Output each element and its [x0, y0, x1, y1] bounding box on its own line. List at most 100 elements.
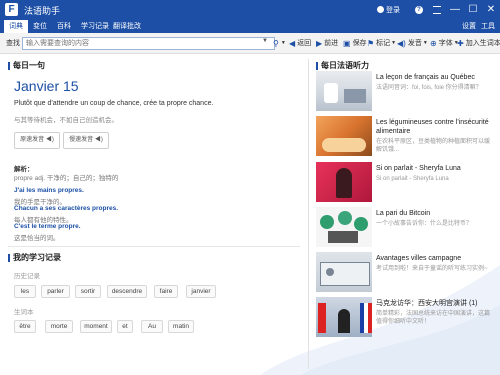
back-label: 返回 [297, 40, 312, 47]
font-button[interactable]: ⊕ 字体 ▼ [430, 37, 459, 49]
speaker-icon: ◀) [397, 38, 406, 48]
chevron-down-icon[interactable]: ▼ [262, 38, 268, 44]
news-subtitle: Si on parlait - Sheryfa Luna [376, 176, 449, 182]
news-thumbnail [316, 207, 372, 247]
notebook-chip[interactable]: Au [141, 320, 163, 333]
news-title: 马克龙访华：西安大明宫演讲 (1) [376, 300, 478, 307]
listening-section-title: 每日法语听力 [316, 60, 369, 71]
save-icon: ▣ [343, 38, 351, 48]
settings-link[interactable]: 设置 [462, 20, 476, 33]
news-subtitle: 一个小故事告诉你：什么是比特币？ [376, 221, 473, 227]
news-subtitle: 简单精彩，法国总统来访在中国演讲，这篇值得你细听中文听！ [376, 311, 491, 325]
login-button[interactable]: 登录 [377, 5, 400, 15]
news-subtitle: 在农科平原区，豆类植物的种植面积可以缓解饥饿... [376, 139, 491, 153]
news-title: Si on parlait - Sheryfa Luna [376, 165, 461, 172]
news-title: Avantages villes campagne [376, 255, 462, 262]
history-chip[interactable]: faire [154, 285, 178, 298]
standard-speed-label: 原速发音 [20, 137, 45, 143]
tab-conjugation[interactable]: 变位 [28, 20, 52, 33]
news-item[interactable]: La leçon de français au Québec 法语同音词：foi… [316, 71, 494, 113]
standard-speed-button[interactable]: 原速发音 ◀) [14, 132, 60, 149]
daily-section-title: 每日一句 [8, 60, 45, 71]
maximize-button[interactable]: ☐ [464, 0, 482, 19]
notebook-chip[interactable]: et [117, 320, 133, 333]
font-label: 字体 [438, 40, 453, 47]
column-divider [308, 59, 309, 369]
search-dropdown-icon: ▼ [280, 40, 286, 46]
news-subtitle: 法语同音词：foi, fois, foie 你分得清嘛？ [376, 85, 482, 91]
close-button[interactable]: ✕ [482, 0, 500, 19]
add-notebook-button[interactable]: ✚ 加入生词本 [457, 37, 500, 49]
title-bar: F 法语助手 登录 ? — ☐ ✕ [0, 0, 500, 19]
records-section-title: 我的学习记录 [8, 252, 61, 263]
plus-icon: ✚ [457, 38, 464, 48]
example-zh: 这是恰当的词。 [14, 235, 60, 242]
news-item[interactable]: Avantages villes campagne 考试用到啦！来自于童谣的听写… [316, 252, 494, 294]
news-title: La pari du Bitcoin [376, 210, 431, 217]
section-divider [8, 246, 300, 247]
help-icon[interactable]: ? [410, 0, 428, 19]
history-label: 历史记录 [14, 273, 40, 280]
news-item[interactable]: La pari du Bitcoin 一个小故事告诉你：什么是比特币？ [316, 207, 494, 249]
daily-quote: Plutôt que d'attendre un coup de chance,… [14, 100, 214, 107]
notes-button[interactable]: ⚑ 标记 ▼ [367, 37, 396, 49]
history-chip[interactable]: janvier [186, 285, 216, 298]
tools-link[interactable]: 工具 [481, 20, 495, 33]
listening-title-text: 每日法语听力 [321, 61, 369, 70]
save-button[interactable]: ▣ 保存 [343, 37, 367, 49]
user-icon [377, 6, 384, 13]
font-icon: ⊕ [430, 38, 437, 48]
speaker-icon: ◀) [45, 137, 54, 143]
records-title-text: 我的学习记录 [13, 253, 61, 262]
notebook-chip[interactable]: matin [168, 320, 194, 333]
search-button[interactable]: ⚲ ▼ [273, 37, 286, 49]
search-icon: ⚲ [273, 38, 279, 48]
notebook-chip[interactable]: être [14, 320, 36, 333]
news-thumbnail [316, 252, 372, 292]
speak-button[interactable]: ◀) 发音 ▼ [397, 37, 428, 49]
tab-translation[interactable]: 翻译批改 [108, 20, 146, 33]
slow-speed-label: 慢速发音 [69, 137, 94, 143]
search-toolbar: 查找 ▼ ⚲▼ ◀返回 ▶前进 ▣保存 ⚑标记▼ ◀)发音▼ ⊕字体▼ ✚加入生… [0, 33, 500, 54]
history-chip[interactable]: parler [41, 285, 70, 298]
daily-title-text: 每日一句 [13, 61, 45, 70]
notebook-label: 生词本 [14, 309, 34, 316]
news-item[interactable]: Les légumineuses contre l'insécurité ali… [316, 116, 494, 158]
example-fr: C'est le terme propre. [14, 223, 81, 230]
titlebar-controls: 登录 ? — ☐ ✕ [369, 0, 500, 19]
daily-translation: 与其等待机会，不如自己创造机会。 [14, 117, 118, 124]
speaker-icon: ◀) [94, 137, 103, 143]
history-chip[interactable]: sortir [75, 285, 101, 298]
history-chip[interactable]: les [14, 285, 36, 298]
forward-label: 前进 [324, 40, 339, 47]
notebook-chip[interactable]: moment [80, 320, 112, 333]
save-label: 保存 [352, 40, 367, 47]
example-fr: Chacun a ses caractères propres. [14, 205, 119, 212]
search-label: 查找 [6, 40, 20, 47]
back-arrow-icon: ◀ [289, 38, 296, 48]
main-content: 每日一句 Janvier 15 Plutôt que d'attendre un… [0, 54, 500, 375]
news-item[interactable]: Si on parlait - Sheryfa Luna Si on parla… [316, 162, 494, 204]
bookmark-icon: ⚑ [367, 38, 375, 48]
news-item[interactable]: 马克龙访华：西安大明宫演讲 (1) 简单精彩，法国总统来访在中国演讲，这篇值得你… [316, 297, 494, 339]
tab-dictionary[interactable]: 词典 [4, 20, 28, 33]
minimize-button[interactable]: — [446, 0, 464, 19]
news-thumbnail [316, 116, 372, 156]
explain-line: propre adj. 干净的；自己的；独特的 [14, 175, 119, 182]
search-input[interactable] [22, 37, 275, 50]
tab-encyclopedia[interactable]: 百科 [52, 20, 76, 33]
app-title: 法语助手 [24, 6, 61, 16]
menu-icon[interactable] [428, 0, 446, 19]
notes-label: 标记 [376, 40, 391, 47]
back-button[interactable]: ◀ 返回 [289, 37, 311, 49]
notebook-chip[interactable]: morte [45, 320, 73, 333]
slow-speed-button[interactable]: 慢速发音 ◀) [63, 132, 109, 149]
speak-label: 发音 [407, 40, 422, 47]
news-thumbnail [316, 297, 372, 337]
example-fr: J'ai les mains propres. [14, 187, 84, 194]
forward-button[interactable]: ▶ 前进 [316, 37, 338, 49]
app-logo: F [5, 3, 18, 16]
history-chip[interactable]: descendre [107, 285, 147, 298]
tab-bar: 词典 变位 百科 学习记录 翻译批改 设置 工具 [0, 19, 500, 33]
daily-date: Janvier 15 [14, 78, 79, 94]
